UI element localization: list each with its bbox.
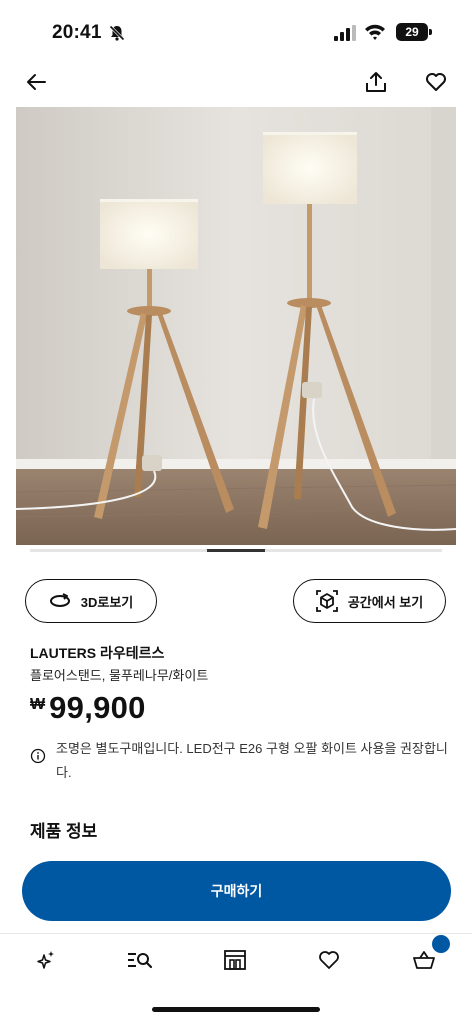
image-pager[interactable] <box>30 549 442 552</box>
product-description: 플로어스탠드, 물푸레나무/화이트 <box>30 668 209 683</box>
bell-slash-icon <box>109 25 125 41</box>
price-currency: ₩ <box>30 696 46 713</box>
product-image[interactable] <box>16 107 456 545</box>
basket-icon <box>413 951 435 969</box>
view-3d-button[interactable]: 3D로보기 <box>25 579 157 623</box>
pager-indicator <box>207 549 265 552</box>
search-list-icon <box>128 953 153 969</box>
status-time: 20:41 <box>52 22 102 43</box>
tab-store[interactable] <box>219 944 251 976</box>
home-indicator <box>152 1007 320 1012</box>
heart-icon <box>319 951 339 969</box>
heart-icon <box>426 73 446 91</box>
view-3d-label: 3D로보기 <box>80 594 134 610</box>
sparkle-icon <box>37 951 54 969</box>
view-in-room-label: 공간에서 보기 <box>347 594 424 610</box>
note-text: 조명은 별도구매입니다. LED전구 E26 구형 오팔 화이트 사용을 권장합… <box>56 741 448 780</box>
bottom-tab-bar <box>0 933 472 985</box>
rotate-3d-icon <box>49 593 70 607</box>
product-note: 조명은 별도구매입니다. LED전구 E26 구형 오팔 화이트 사용을 권장합… <box>30 737 450 785</box>
top-navigation <box>0 64 472 104</box>
share-icon <box>366 72 386 92</box>
tab-inspiration[interactable] <box>30 944 62 976</box>
tab-favorites[interactable] <box>313 944 345 976</box>
ar-cube-icon <box>315 590 338 612</box>
product-price: ₩ 99,900 <box>30 690 146 726</box>
cart-badge <box>432 935 450 953</box>
signal-icon <box>334 25 356 41</box>
view-in-room-button[interactable]: 공간에서 보기 <box>293 579 446 623</box>
product-info-heading[interactable]: 제품 정보 <box>30 817 97 842</box>
info-icon <box>30 748 46 764</box>
price-amount: 99,900 <box>49 690 146 725</box>
status-bar: 20:41 29 <box>0 0 472 62</box>
battery-icon: 29 <box>396 23 432 41</box>
tab-search[interactable] <box>124 944 156 976</box>
favorite-button[interactable] <box>420 66 452 98</box>
wifi-icon <box>365 24 385 40</box>
back-button[interactable] <box>20 66 52 98</box>
battery-level: 29 <box>396 23 428 41</box>
share-button[interactable] <box>360 66 392 98</box>
buy-button-label: 구매하기 <box>210 883 263 899</box>
lamp-photo <box>16 107 456 545</box>
back-arrow-icon <box>27 74 46 90</box>
buy-button[interactable]: 구매하기 <box>22 861 451 921</box>
product-name: LAUTERS 라우테르스 <box>30 645 165 661</box>
store-icon <box>224 950 246 970</box>
